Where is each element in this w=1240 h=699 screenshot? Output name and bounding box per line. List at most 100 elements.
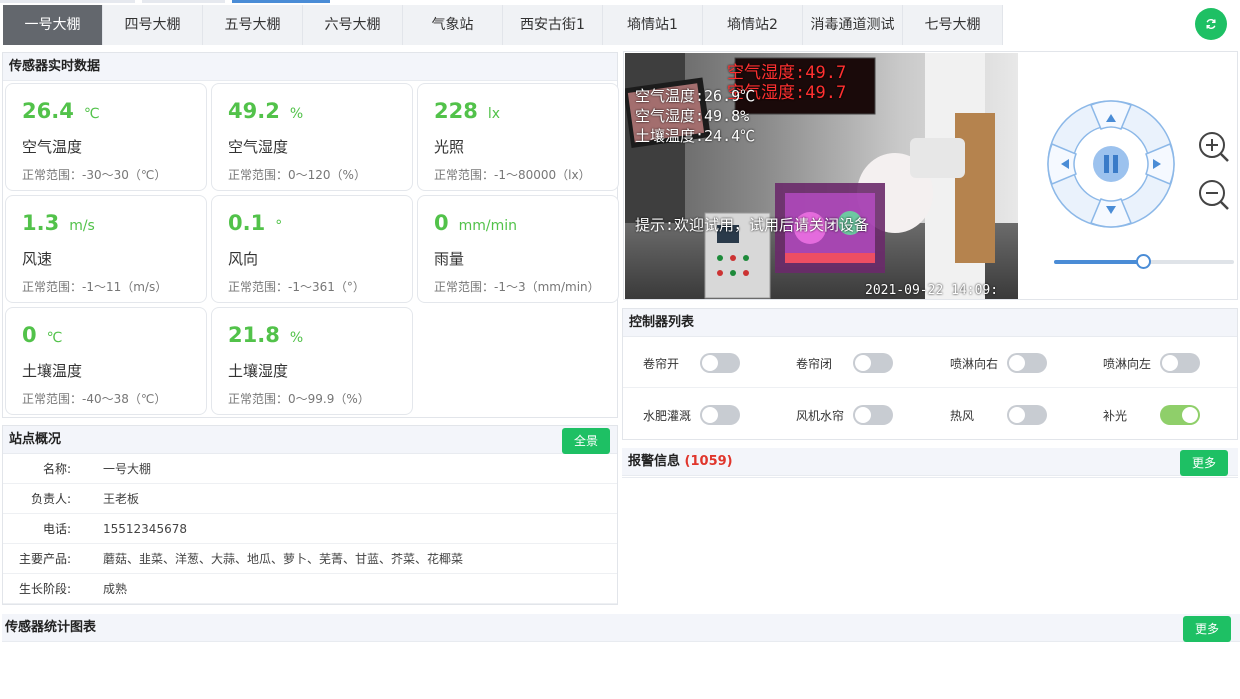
sensor-range: 正常范围：-40～38（℃）	[22, 392, 167, 406]
tab-station[interactable]: 消毒通道测试	[803, 5, 903, 45]
sensor-unit: ℃	[46, 330, 63, 346]
sensor-value: 1.3 m/s	[22, 211, 95, 235]
site-info-value: 成熟	[103, 582, 128, 596]
tab-station[interactable]: 六号大棚	[303, 5, 403, 45]
tab-station[interactable]: 七号大棚	[903, 5, 1003, 45]
sensor-card: 0 ℃ 土壤温度 正常范围：-40～38（℃）	[5, 307, 207, 415]
sensor-card: 49.2% 空气湿度 正常范围：0～120（%）	[211, 83, 413, 191]
sensor-realtime-panel: 传感器实时数据 26.4 ℃ 空气温度 正常范围：-30～30（℃） 49.2% 空气湿度…	[2, 52, 619, 418]
sensor-value: 21.8%	[228, 323, 304, 347]
sensor-unit: %	[289, 106, 304, 122]
controller-toggle[interactable]	[853, 405, 893, 425]
site-info-key: 名称:	[42, 462, 71, 476]
zoom-slider-fill	[1054, 260, 1144, 264]
sensor-range: 正常范围：-1～3（mm/min）	[434, 280, 600, 294]
toggle-knob	[1182, 407, 1198, 423]
sensor-name: 雨量	[434, 250, 465, 268]
controller-toggle[interactable]	[1007, 353, 1047, 373]
controller-label: 喷淋向左	[1103, 357, 1152, 371]
video-panel: 空气湿度:49.7 空气湿度:49.7 空气温度:26.9℃ 空气湿度:49.8%…	[623, 51, 1238, 300]
osd-line: 空气温度:26.9℃	[635, 87, 756, 105]
controller-label: 喷淋向右	[950, 357, 999, 371]
chart-panel-title: 传感器统计图表	[5, 620, 97, 635]
controller-panel-title: 控制器列表	[623, 309, 1237, 337]
controller-toggle[interactable]	[1007, 405, 1047, 425]
controller-label: 卷帘开	[643, 357, 680, 371]
site-info-value: 蘑菇、韭菜、洋葱、大蒜、地瓜、萝卜、芜菁、甘蓝、芥菜、花椰菜	[103, 552, 464, 566]
site-info-key: 主要产品:	[18, 552, 71, 566]
toggle-knob	[855, 355, 871, 371]
sensor-name: 光照	[434, 138, 465, 156]
controller-toggle[interactable]	[1160, 405, 1200, 425]
sensor-range: 正常范围：0～120（%）	[228, 168, 366, 182]
sensor-range: 正常范围：-1～80000（lx）	[434, 168, 591, 182]
zoom-in-icon[interactable]	[1197, 130, 1231, 164]
tab-station[interactable]: 一号大棚	[3, 5, 103, 45]
alarm-title: 报警信息	[628, 454, 681, 469]
sensor-value: 0.1 °	[228, 211, 283, 235]
tab-station[interactable]: 气象站	[403, 5, 503, 45]
tab-station[interactable]: 四号大棚	[103, 5, 203, 45]
controller-row: 卷帘开 卷帘闭 喷淋向右 喷淋向左	[623, 338, 1237, 388]
controller-toggle[interactable]	[700, 405, 740, 425]
pause-icon	[1104, 155, 1109, 173]
site-info-row: 生长阶段: 成熟	[3, 574, 617, 604]
sensor-value: 49.2%	[228, 99, 304, 123]
sensor-name: 空气温度	[22, 138, 83, 156]
site-info-value: 一号大棚	[103, 462, 152, 476]
controller-label: 水肥灌溉	[643, 409, 692, 423]
controller-row: 水肥灌溉 风机水帘 热风 补光	[623, 390, 1237, 440]
controller-toggle[interactable]	[700, 353, 740, 373]
controller-label: 风机水帘	[796, 409, 845, 423]
site-info-key: 生长阶段:	[18, 582, 71, 596]
zoom-out-icon[interactable]	[1197, 178, 1231, 212]
sensor-card: 21.8% 土壤湿度 正常范围：0～99.9（%）	[211, 307, 413, 415]
camera-feed[interactable]: 空气湿度:49.7 空气湿度:49.7 空气温度:26.9℃ 空气湿度:49.8%…	[625, 53, 1018, 299]
site-info-row: 电话: 15512345678	[3, 514, 617, 544]
sensor-unit: m/s	[69, 218, 95, 234]
controller-toggle[interactable]	[853, 353, 893, 373]
sensor-card: 228 lx 光照 正常范围：-1～80000（lx）	[417, 83, 619, 191]
sensor-value: 0 ℃	[22, 323, 63, 347]
tab-station[interactable]: 西安古街1	[503, 5, 603, 45]
controller-panel: 控制器列表 卷帘开 卷帘闭 喷淋向右 喷淋向左 水肥灌溉 风机水帘 热风 补光	[622, 308, 1238, 440]
alarm-count: (1059)	[684, 454, 733, 469]
controller-toggle[interactable]	[1160, 353, 1200, 373]
toggle-knob	[1009, 407, 1025, 423]
pause-button[interactable]	[1093, 146, 1129, 182]
panorama-button[interactable]: 全景	[562, 428, 611, 454]
top-strip	[0, 0, 1240, 4]
alarm-more-button[interactable]: 更多	[1180, 450, 1229, 476]
site-info-row: 负责人: 王老板	[3, 484, 617, 514]
tab-station[interactable]: 墒情站1	[603, 5, 703, 45]
zoom-slider[interactable]	[1054, 254, 1234, 269]
sensor-card: 26.4 ℃ 空气温度 正常范围：-30～30（℃）	[5, 83, 207, 191]
sensor-panel-title: 传感器实时数据	[3, 53, 617, 81]
sensor-unit: °	[275, 218, 283, 234]
osd-sensor-overlay: 空气温度:26.9℃ 空气湿度:49.8% 土壤温度:24.4℃	[635, 86, 755, 146]
site-info-key: 电话:	[42, 522, 71, 536]
site-panel-title: 站点概况	[9, 432, 62, 447]
chart-panel-header: 传感器统计图表 更多	[2, 614, 1240, 642]
sensor-card: 0.1 ° 风向 正常范围：-1～361（°）	[211, 195, 413, 303]
sensor-unit: mm/min	[458, 218, 518, 234]
alarm-panel-header: 报警信息 (1059) 更多	[622, 448, 1238, 476]
refresh-icon	[1206, 19, 1216, 29]
top-strip-segment	[0, 0, 135, 3]
site-info-key: 负责人:	[30, 492, 71, 506]
sensor-name: 风速	[22, 250, 53, 268]
zoom-slider-handle[interactable]	[1136, 254, 1151, 269]
site-panel-header: 站点概况 全景	[3, 426, 617, 454]
sensor-range: 正常范围：-30～30（℃）	[22, 168, 167, 182]
sensor-name: 土壤湿度	[228, 362, 289, 380]
tab-station[interactable]: 五号大棚	[203, 5, 303, 45]
osd-line: 空气湿度:49.8%	[635, 107, 750, 125]
tab-station[interactable]: 墒情站2	[703, 5, 803, 45]
sensor-unit: %	[289, 330, 304, 346]
chart-more-button[interactable]: 更多	[1183, 616, 1232, 642]
site-info-row: 主要产品: 蘑菇、韭菜、洋葱、大蒜、地瓜、萝卜、芜菁、甘蓝、芥菜、花椰菜	[3, 544, 617, 574]
toggle-knob	[702, 355, 718, 371]
osd-welcome-text: 提示:欢迎试用，试用后请关闭设备	[635, 216, 870, 234]
refresh-button[interactable]	[1195, 8, 1227, 40]
osd-line: 土壤温度:24.4℃	[635, 127, 756, 145]
